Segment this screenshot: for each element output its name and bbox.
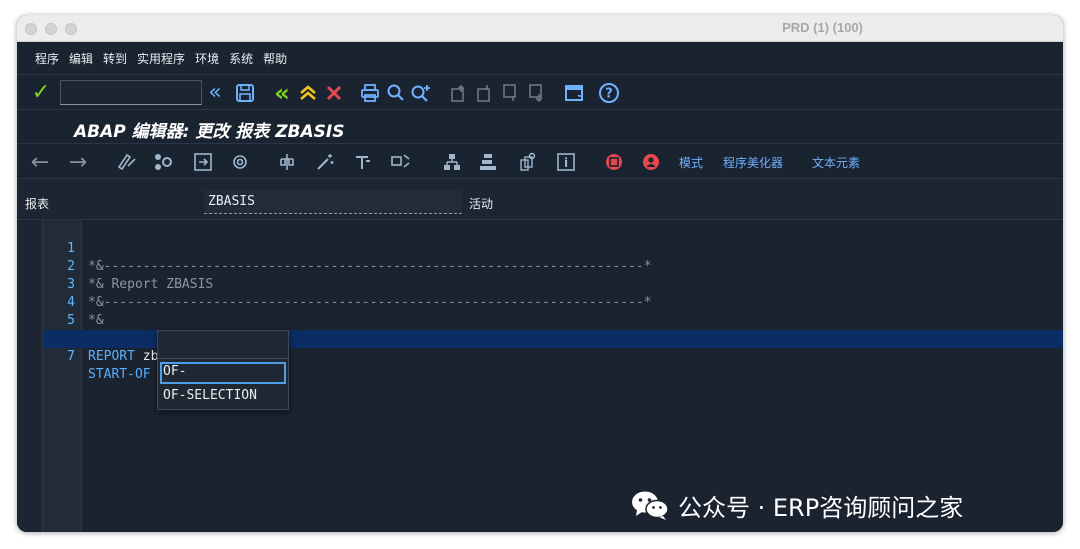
back-icon[interactable]: « [270, 75, 294, 110]
standard-toolbar: ✓ « « ? [17, 74, 1063, 109]
command-field[interactable] [60, 80, 202, 105]
report-label: 报表 [25, 197, 50, 211]
text-elements-button[interactable]: 文本元素 [812, 154, 860, 171]
code-line[interactable]: 4 *& [43, 276, 1063, 328]
watermark: 公众号 · ERP咨询顾问之家 [630, 487, 963, 523]
completion-input[interactable] [158, 331, 288, 359]
window-title: PRD (1) (100) [782, 20, 863, 35]
find-icon[interactable] [385, 75, 407, 110]
completion-item[interactable]: OF- [160, 362, 286, 384]
new-session-icon[interactable] [562, 75, 586, 110]
code-completion-popup: OF- OF-SELECTION [157, 330, 289, 410]
application-toolbar: ← → i 模式 程序美化器 文本元素 [17, 143, 1063, 179]
menu-item-edit[interactable]: 编辑 [69, 50, 93, 67]
activate-icon[interactable] [150, 144, 176, 180]
zoom-window-button[interactable] [65, 23, 77, 35]
watermark-text: 公众号 · ERP咨询顾问之家 [678, 493, 964, 522]
page-title: ABAP 编辑器: 更改 报表 ZBASIS [74, 122, 345, 142]
display-change-icon[interactable] [115, 144, 139, 180]
code-line[interactable]: 3 *&------------------------------------… [43, 258, 1063, 310]
menu-item-utilities[interactable]: 实用程序 [137, 50, 185, 67]
screen-title-bar: ABAP 编辑器: 更改 报表 ZBASIS [17, 109, 1063, 143]
breakpoint-icon[interactable] [351, 144, 375, 180]
check-syntax-icon[interactable] [191, 144, 215, 180]
arrow-left-icon[interactable]: ← [29, 144, 51, 180]
cancel-icon[interactable] [323, 75, 345, 110]
checkmark-icon[interactable]: ✓ [29, 75, 53, 110]
arrow-right-icon[interactable]: → [67, 144, 89, 180]
where-used-icon[interactable] [229, 144, 251, 180]
save-icon[interactable] [233, 75, 257, 110]
menu-item-system[interactable]: 系统 [229, 50, 253, 67]
print-icon[interactable] [358, 75, 382, 110]
stop-icon[interactable] [602, 144, 626, 180]
svg-text:?: ? [605, 86, 613, 101]
code-line[interactable]: 1 *&------------------------------------… [43, 222, 1063, 274]
status-label: 活动 [469, 197, 494, 211]
menu-item-goto[interactable]: 转到 [103, 50, 127, 67]
user-icon[interactable] [639, 144, 663, 180]
enhancement-icon[interactable] [515, 144, 539, 180]
report-field-row: 报表 ZBASIS 活动 [17, 179, 1063, 219]
code-keyword: REPORT [88, 349, 135, 364]
menu-bar: 程序 编辑 转到 实用程序 环境 系统 帮助 [17, 42, 1063, 74]
window-titlebar: PRD (1) (100) [17, 15, 1063, 42]
line-number: 7 [67, 349, 75, 364]
hierarchy-icon[interactable] [440, 144, 464, 180]
info-icon[interactable]: i [554, 144, 578, 180]
minimize-window-button[interactable] [45, 23, 57, 35]
code-line[interactable]: 2 *& Report ZBASIS [43, 240, 1063, 292]
next-page-icon [498, 75, 522, 110]
back-double-icon[interactable]: « [205, 75, 225, 110]
menu-item-help[interactable]: 帮助 [263, 50, 287, 67]
object-list-icon[interactable] [275, 144, 299, 180]
last-page-icon [524, 75, 548, 110]
first-page-icon [446, 75, 470, 110]
pattern-wizard-icon[interactable] [313, 144, 337, 180]
close-window-button[interactable] [25, 23, 37, 35]
code-text: START-OF [88, 366, 151, 384]
code-keyword: START-OF [88, 367, 151, 382]
stack-icon[interactable] [476, 144, 500, 180]
navigation-window-icon[interactable] [389, 144, 413, 180]
svg-text:i: i [564, 156, 568, 170]
mode-button[interactable]: 模式 [679, 154, 703, 171]
previous-page-icon [472, 75, 496, 110]
help-icon[interactable]: ? [597, 75, 621, 110]
wechat-icon [632, 491, 669, 520]
exit-icon[interactable] [297, 75, 319, 110]
completion-item[interactable]: OF-SELECTION [160, 386, 286, 408]
report-name-field: ZBASIS [204, 190, 462, 214]
find-next-icon[interactable] [409, 75, 433, 110]
menu-item-environment[interactable]: 环境 [195, 50, 219, 67]
pretty-printer-button[interactable]: 程序美化器 [723, 154, 783, 171]
editor-left-margin [17, 220, 43, 532]
code-line[interactable]: 6 REPORT zbasis. [43, 312, 1063, 364]
sap-window: PRD (1) (100) 程序 编辑 转到 实用程序 环境 系统 帮助 ✓ «… [17, 15, 1063, 532]
menu-item-program[interactable]: 程序 [35, 50, 59, 67]
code-line[interactable]: 5 *&------------------------------------… [43, 294, 1063, 346]
